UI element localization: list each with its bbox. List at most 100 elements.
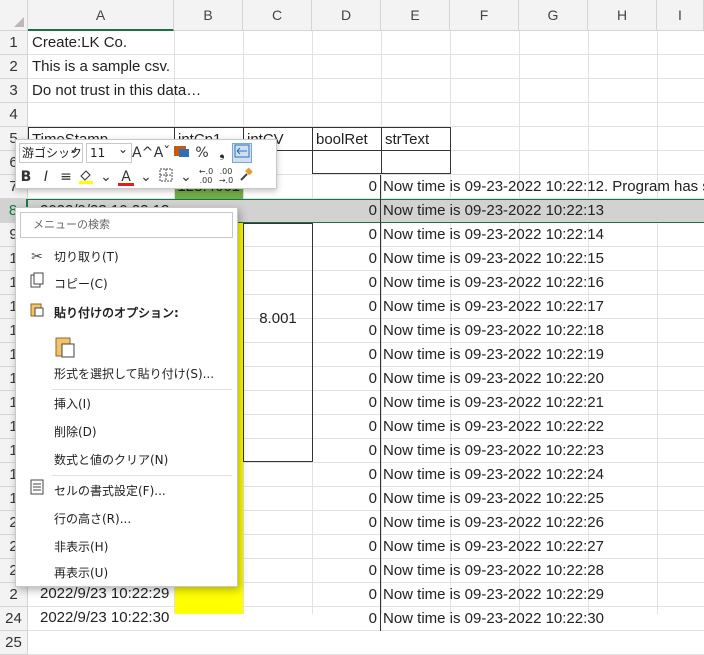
cell-d5[interactable]: boolRet [312, 127, 382, 151]
column-header-e[interactable]: E [381, 0, 450, 31]
menu-item-copy[interactable]: コピー(C) [16, 271, 237, 297]
menu-item-hide[interactable]: 非表示(H) [16, 534, 237, 560]
cell-str-text[interactable]: Now time is 09-23-2022 10:22:15 [383, 247, 704, 271]
row-header[interactable]: 2 [0, 55, 28, 79]
cell-str-text[interactable]: Now time is 09-23-2022 10:22:21 [383, 391, 704, 415]
grow-font-button[interactable]: A^ [132, 143, 153, 163]
wrap-text-icon[interactable] [232, 143, 252, 163]
cell-bool-value[interactable]: 0 [312, 199, 381, 223]
menu-item-unhide[interactable]: 再表示(U) [16, 560, 237, 586]
cell-bool-value[interactable]: 0 [312, 487, 381, 511]
cell-str-text[interactable]: Now time is 09-23-2022 10:22:25 [383, 487, 704, 511]
font-color-button[interactable]: A [116, 167, 136, 187]
menu-item-clear-contents[interactable]: 数式と値のクリア(N) [16, 447, 237, 473]
number-format-icon[interactable] [172, 143, 192, 163]
italic-button[interactable]: I [36, 167, 56, 187]
cell-bool-value[interactable]: 0 [312, 295, 381, 319]
cell-bool-value[interactable]: 0 [312, 511, 381, 535]
column-header-b[interactable]: B [174, 0, 243, 31]
menu-item-format-cells[interactable]: セルの書式設定(F)... [16, 478, 237, 504]
menu-item-paste-special[interactable]: 形式を選択して貼り付け(S)... [16, 361, 237, 387]
borders-dropdown-icon[interactable]: ⌄ [176, 167, 196, 187]
menu-item-label: 切り取り(T) [54, 250, 119, 264]
cell-bool-value[interactable]: 0 [312, 223, 381, 247]
percent-button[interactable]: % [192, 143, 212, 163]
format-painter-icon[interactable] [236, 167, 256, 187]
column-header-c[interactable]: C [243, 0, 312, 31]
bold-button[interactable]: B [16, 167, 36, 187]
fill-color-icon[interactable] [76, 167, 96, 187]
menu-item-row-height[interactable]: 行の高さ(R)... [16, 506, 237, 532]
cell-e6[interactable] [381, 150, 451, 174]
menu-item-cut[interactable]: ✂ 切り取り(T) [16, 244, 237, 270]
cell-bool-value[interactable]: 0 [312, 391, 381, 415]
cell-str-text[interactable]: Now time is 09-23-2022 10:22:20 [383, 367, 704, 391]
decrease-decimal-button[interactable]: .00 →.0 [216, 167, 236, 187]
cell-c-merged[interactable]: 8.001 [243, 223, 313, 462]
row-header[interactable]: 24 [0, 607, 28, 631]
cell-bool-value[interactable]: 0 [312, 439, 381, 463]
column-header-a[interactable]: A [28, 0, 174, 31]
menu-item-insert[interactable]: 挿入(I) [16, 391, 237, 417]
font-color-dropdown-icon[interactable]: ⌄ [136, 167, 156, 187]
cell-str-text[interactable]: Now time is 09-23-2022 10:22:24 [383, 463, 704, 487]
cell-e5[interactable]: strText [381, 127, 451, 151]
cell-str-text[interactable]: Now time is 09-23-2022 10:22:17 [383, 295, 704, 319]
cell-str-text[interactable]: Now time is 09-23-2022 10:22:14 [383, 223, 704, 247]
fill-color-dropdown-icon[interactable]: ⌄ [96, 167, 116, 187]
cell-a2[interactable]: This is a sample csv. [32, 55, 170, 79]
shrink-font-button[interactable]: Aˇ [152, 143, 172, 163]
cell-a3[interactable]: Do not trust in this data… [32, 79, 201, 103]
cell-bool-value[interactable]: 0 [312, 415, 381, 439]
cell-bool-value[interactable]: 0 [312, 535, 381, 559]
comma-button[interactable]: ❟ [212, 143, 232, 163]
row-header[interactable]: 1 [0, 31, 28, 55]
cell-bool-value[interactable]: 0 [312, 247, 381, 271]
cell-bool-value[interactable]: 0 [312, 583, 381, 607]
cell-str-text[interactable]: Now time is 09-23-2022 10:22:12. Program… [383, 175, 704, 199]
cell-a1[interactable]: Create:LK Co. [32, 31, 127, 55]
menu-item-label: コピー(C) [54, 277, 108, 291]
cell-str-text[interactable]: Now time is 09-23-2022 10:22:29 [383, 583, 704, 607]
cell-bool-value[interactable]: 0 [312, 175, 381, 199]
cell-str-text[interactable]: Now time is 09-23-2022 10:22:27 [383, 535, 704, 559]
menu-search-input[interactable]: メニューの検索 [20, 212, 233, 238]
cell-str-text[interactable]: Now time is 09-23-2022 10:22:30 [383, 607, 704, 631]
cell-d6[interactable] [312, 150, 382, 174]
row-header[interactable]: 25 [0, 631, 28, 655]
row-header[interactable]: 3 [0, 79, 28, 103]
cell-bool-value[interactable]: 0 [312, 367, 381, 391]
borders-icon[interactable] [156, 167, 176, 187]
cell-str-text[interactable]: Now time is 09-23-2022 10:22:22 [383, 415, 704, 439]
cell-a25[interactable]: 2022/9/23 10:22:30 [40, 606, 174, 630]
menu-item-paste-options: 貼り付けのオプション: [16, 300, 237, 326]
cell-str-text[interactable]: Now time is 09-23-2022 10:22:18 [383, 319, 704, 343]
column-header-g[interactable]: G [519, 0, 588, 31]
cell-str-text[interactable]: Now time is 09-23-2022 10:22:23 [383, 439, 704, 463]
column-header-h[interactable]: H [588, 0, 657, 31]
cell-bool-value[interactable]: 0 [312, 463, 381, 487]
cell-str-text[interactable]: Now time is 09-23-2022 10:22:16 [383, 271, 704, 295]
cell-str-text[interactable]: Now time is 09-23-2022 10:22:28 [383, 559, 704, 583]
cell-bool-value[interactable]: 0 [312, 343, 381, 367]
column-header-i[interactable]: I [657, 0, 704, 31]
select-all-corner[interactable] [0, 0, 28, 31]
cell-str-text[interactable]: Now time is 09-23-2022 10:22:19 [383, 343, 704, 367]
cell-bool-value[interactable]: 0 [312, 559, 381, 583]
increase-decimal-button[interactable]: ←.0 .00 [196, 167, 216, 187]
cell-str-text[interactable]: Now time is 09-23-2022 10:22:26 [383, 511, 704, 535]
cell-bool-value[interactable]: 0 [312, 319, 381, 343]
menu-item-delete[interactable]: 削除(D) [16, 419, 237, 445]
font-name-select[interactable]: 游ゴシック [19, 140, 83, 163]
menu-item-label: 形式を選択して貼り付け(S)... [54, 367, 215, 381]
grid-row-line [28, 103, 704, 127]
align-center-button[interactable]: ≡ [56, 167, 76, 187]
paste-option-button[interactable] [16, 328, 237, 362]
column-header-f[interactable]: F [450, 0, 519, 31]
cell-bool-value[interactable]: 0 [312, 607, 381, 631]
cell-str-text[interactable]: Now time is 09-23-2022 10:22:13 [383, 199, 704, 223]
column-header-d[interactable]: D [312, 0, 381, 31]
font-size-select[interactable]: 11 [86, 140, 132, 163]
cell-bool-value[interactable]: 0 [312, 271, 381, 295]
row-header[interactable]: 4 [0, 103, 28, 127]
